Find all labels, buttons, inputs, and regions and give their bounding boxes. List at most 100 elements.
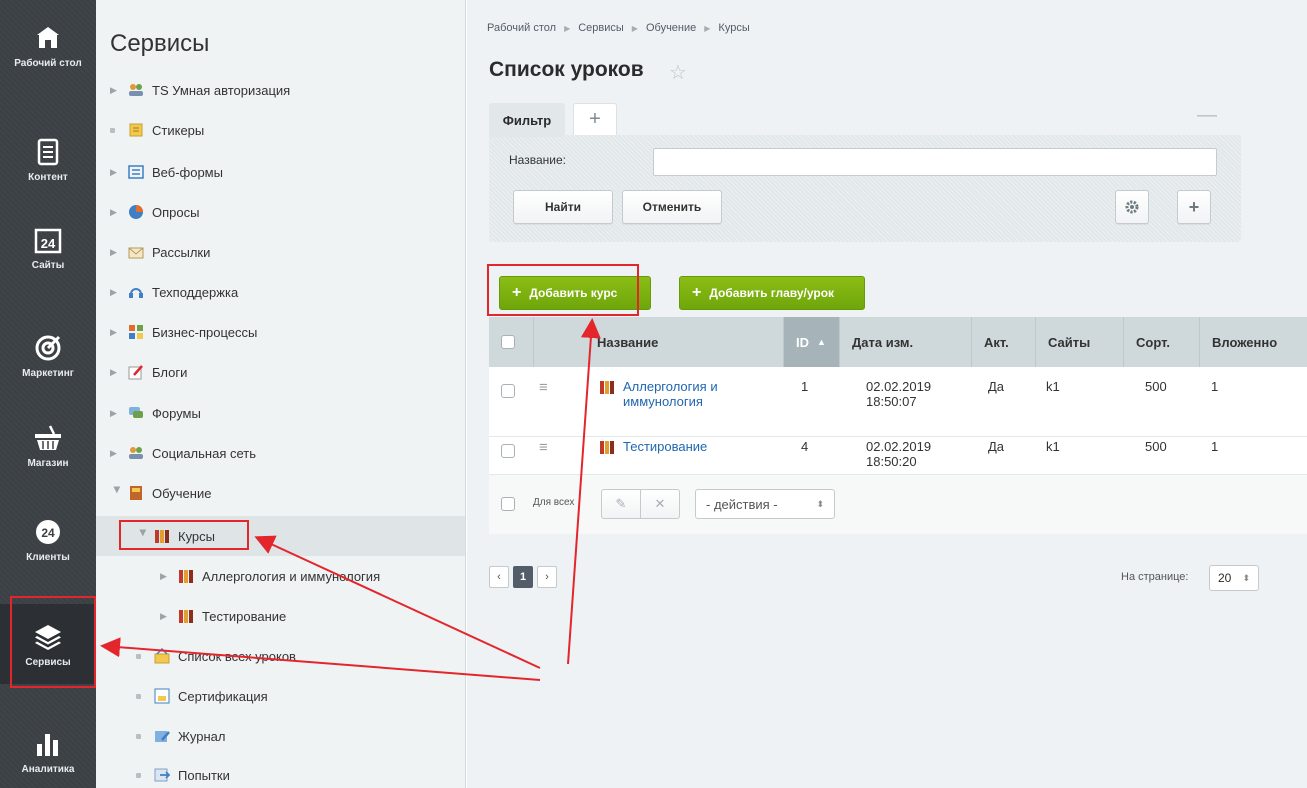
tree-item-journal[interactable]: Журнал — [136, 716, 225, 756]
row-date: 02.02.2019 18:50:20 — [866, 439, 932, 469]
for-all-label: Для всех — [533, 497, 575, 508]
expand-arrow-icon[interactable]: ▶ — [110, 327, 124, 338]
plus-icon: + — [589, 108, 601, 130]
tree-item-attempts[interactable]: Попытки — [136, 755, 230, 788]
tab-filter[interactable]: Фильтр — [489, 103, 565, 137]
pager-prev-button[interactable]: ‹ — [489, 566, 509, 588]
books-icon — [178, 568, 194, 584]
row-id: 1 — [801, 379, 809, 394]
rail-item-content[interactable]: Контент — [0, 124, 96, 194]
expand-arrow-icon[interactable]: ▶ — [110, 207, 124, 218]
for-all-checkbox[interactable] — [501, 497, 515, 511]
expand-arrow-icon[interactable]: ▶ — [110, 448, 124, 459]
tree-item-course-allergology[interactable]: ▶ Аллергология и иммунология — [160, 556, 380, 596]
tree-item-learning[interactable]: ▶ Обучение — [110, 473, 212, 513]
select-arrows-icon: ⬍ — [1242, 572, 1250, 583]
expand-arrow-icon[interactable]: ▶ — [110, 287, 124, 298]
expand-arrow-icon[interactable]: ▶ — [110, 167, 124, 178]
expand-arrow-icon[interactable]: ▶ — [160, 611, 174, 622]
find-button[interactable]: Найти — [513, 190, 613, 224]
rail-item-clients[interactable]: 24 Клиенты — [0, 504, 96, 574]
add-filter-tab-button[interactable]: + — [573, 103, 617, 135]
column-header-active[interactable]: Акт. — [971, 317, 1035, 367]
add-course-button[interactable]: + Добавить курс — [499, 276, 651, 310]
pencil-icon — [128, 364, 144, 380]
expand-arrow-icon[interactable]: ▶ — [110, 247, 124, 258]
rail-item-shop[interactable]: Магазин — [0, 410, 96, 480]
pie-icon — [128, 204, 144, 220]
tree-title: Сервисы — [110, 30, 210, 57]
tree-item-bizproc[interactable]: ▶ Бизнес-процессы — [110, 312, 257, 352]
tree-item-course-testing[interactable]: ▶ Тестирование — [160, 596, 286, 636]
minimize-icon[interactable]: — — [1197, 104, 1217, 127]
column-header-id[interactable]: ID ▲ — [783, 317, 839, 367]
rail-item-marketing[interactable]: Маркетинг — [0, 320, 96, 390]
star-icon[interactable]: ☆ — [669, 60, 687, 85]
bar-chart-icon — [31, 727, 65, 761]
tree-item-forums[interactable]: ▶ Форумы — [110, 393, 201, 433]
expand-arrow-icon[interactable]: ▶ — [160, 571, 174, 582]
table-row[interactable]: ≡ Тестирование 4 02.02.2019 18:50:20 Да k… — [489, 437, 1307, 475]
tree-item-stickers[interactable]: Стикеры — [110, 110, 204, 150]
column-header-nested[interactable]: Вложенно — [1199, 317, 1307, 367]
row-menu-icon[interactable]: ≡ — [539, 439, 548, 456]
chevron-right-icon: ▶ — [564, 23, 571, 33]
document-icon — [31, 135, 65, 169]
filter-name-input[interactable] — [653, 148, 1217, 176]
tree-item-social[interactable]: ▶ Социальная сеть — [110, 433, 256, 473]
rail-item-services[interactable]: Сервисы — [0, 604, 96, 684]
rail-item-sites[interactable]: 24 Сайты — [0, 212, 96, 282]
add-chapter-lesson-button[interactable]: + Добавить главу/урок — [679, 276, 865, 310]
column-header-name[interactable]: Название — [581, 317, 783, 367]
row-sites: k1 — [1046, 439, 1060, 454]
breadcrumb-desktop[interactable]: Рабочий стол — [487, 22, 556, 34]
svg-text:24: 24 — [41, 236, 56, 251]
add-filter-field-button[interactable]: + — [1177, 190, 1211, 224]
tree-item-certification[interactable]: Сертификация — [136, 676, 268, 716]
column-header-sort[interactable]: Сорт. — [1123, 317, 1199, 367]
certificate-icon — [154, 688, 170, 704]
rail-item-desktop[interactable]: Рабочий стол — [0, 10, 96, 80]
collapse-arrow-icon[interactable]: ▶ — [138, 529, 149, 543]
tree-item-courses[interactable]: ▶ Курсы — [96, 516, 465, 556]
tree-item-webforms[interactable]: ▶ Веб-формы — [110, 152, 223, 192]
row-checkbox[interactable] — [501, 444, 515, 458]
row-checkbox[interactable] — [501, 384, 515, 398]
edit-button[interactable]: ✎ — [601, 489, 641, 519]
column-header-sites[interactable]: Сайты — [1035, 317, 1123, 367]
select-all-checkbox[interactable] — [501, 335, 515, 349]
delete-button[interactable]: ✕ — [640, 489, 680, 519]
tree-item-mailings[interactable]: ▶ Рассылки — [110, 232, 210, 272]
group-actions-select[interactable]: - действия - ⬍ — [695, 489, 835, 519]
column-header-date[interactable]: Дата изм. — [839, 317, 971, 367]
settings-button[interactable] — [1115, 190, 1149, 224]
row-name-link[interactable]: Аллергология и иммунология — [623, 379, 718, 409]
select-arrows-icon: ⬍ — [816, 498, 824, 509]
tree-item-ts-auth[interactable]: ▶ TS Умная авторизация — [110, 70, 290, 110]
row-menu-icon[interactable]: ≡ — [539, 379, 548, 396]
tree-item-blogs[interactable]: ▶ Блоги — [110, 352, 187, 392]
cancel-button[interactable]: Отменить — [622, 190, 722, 224]
expand-arrow-icon[interactable]: ▶ — [110, 367, 124, 378]
collapse-arrow-icon[interactable]: ▶ — [112, 486, 123, 500]
breadcrumb-courses[interactable]: Курсы — [718, 22, 749, 34]
tree-item-all-lessons[interactable]: Список всех уроков — [136, 636, 296, 676]
expand-arrow-icon[interactable]: ▶ — [110, 408, 124, 419]
expand-arrow-icon[interactable]: ▶ — [110, 85, 124, 96]
breadcrumb-services[interactable]: Сервисы — [578, 22, 624, 34]
rail-item-analytics[interactable]: Аналитика — [0, 716, 96, 786]
books-icon — [599, 439, 615, 458]
journal-icon — [154, 728, 170, 744]
per-page-select[interactable]: 20 ⬍ — [1209, 565, 1259, 591]
tree-item-polls[interactable]: ▶ Опросы — [110, 192, 199, 232]
sort-asc-icon: ▲ — [817, 337, 826, 347]
breadcrumb-learning[interactable]: Обучение — [646, 22, 696, 34]
pencil-icon: ✎ — [615, 496, 627, 511]
pager-page-current[interactable]: 1 — [513, 566, 533, 588]
table-row[interactable]: ≡ Аллергология и иммунология 1 02.02.2019… — [489, 367, 1307, 437]
tree-item-support[interactable]: ▶ Техподдержка — [110, 272, 238, 312]
layers-icon — [31, 620, 65, 654]
pager-next-button[interactable]: › — [537, 566, 557, 588]
row-name-link[interactable]: Тестирование — [623, 439, 707, 454]
close-icon: ✕ — [654, 496, 666, 511]
